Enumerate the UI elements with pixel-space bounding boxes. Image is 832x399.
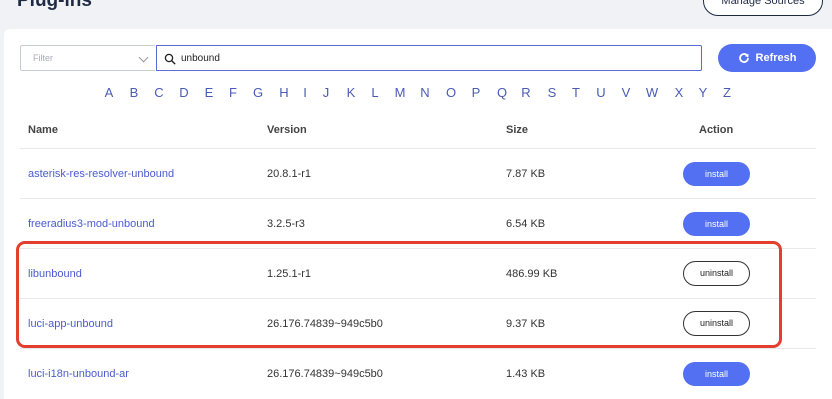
package-size: 7.87 KB — [506, 168, 546, 180]
install-button[interactable]: install — [683, 362, 750, 386]
header-name: Name — [28, 124, 58, 136]
letter-y[interactable]: Y — [696, 85, 710, 100]
page-title: Plug-ins — [17, 0, 92, 11]
search-box[interactable] — [156, 45, 702, 71]
table-row: asterisk-res-resolver-unbound 20.8.1-r1 … — [20, 148, 816, 198]
letter-b[interactable]: B — [127, 85, 141, 100]
letter-t[interactable]: T — [569, 85, 583, 100]
package-size: 6.54 KB — [506, 218, 546, 230]
letter-x[interactable]: X — [672, 85, 686, 100]
letter-m[interactable]: M — [393, 85, 407, 100]
package-name-link[interactable]: luci-i18n-unbound-ar — [28, 368, 129, 380]
letter-w[interactable]: W — [645, 85, 659, 100]
manage-sources-button[interactable]: Manage Sources — [703, 0, 823, 16]
highlight-annotation-box — [16, 241, 782, 348]
package-version: 20.8.1-r1 — [267, 168, 312, 180]
letter-r[interactable]: R — [519, 85, 533, 100]
letter-c[interactable]: C — [152, 85, 166, 100]
package-version: 26.176.74839~949c5b0 — [267, 368, 383, 380]
install-button[interactable]: install — [683, 212, 750, 236]
letter-l[interactable]: L — [368, 85, 382, 100]
table-header: Name Version Size Action — [0, 124, 832, 140]
letter-h[interactable]: H — [277, 85, 291, 100]
header-size: Size — [506, 124, 529, 136]
refresh-icon — [738, 53, 749, 63]
header-action: Action — [699, 124, 734, 136]
package-size: 1.43 KB — [506, 368, 546, 380]
package-version: 3.2.5-r3 — [267, 218, 305, 230]
letter-p[interactable]: P — [469, 85, 483, 100]
filter-placeholder: Filter — [33, 53, 53, 63]
letter-d[interactable]: D — [177, 85, 191, 100]
refresh-label: Refresh — [755, 52, 797, 64]
letter-q[interactable]: Q — [495, 85, 509, 100]
letter-s[interactable]: S — [545, 85, 559, 100]
letter-o[interactable]: O — [444, 85, 458, 100]
letter-n[interactable]: N — [418, 85, 432, 100]
letter-z[interactable]: Z — [720, 85, 734, 100]
search-icon — [164, 52, 176, 70]
letter-f[interactable]: F — [226, 85, 240, 100]
letter-g[interactable]: G — [251, 85, 265, 100]
chevron-down-icon — [138, 52, 149, 63]
refresh-button[interactable]: Refresh — [718, 44, 816, 72]
letter-k[interactable]: K — [344, 85, 358, 100]
header-version: Version — [267, 124, 307, 136]
package-name-link[interactable]: freeradius3-mod-unbound — [28, 218, 155, 230]
letter-u[interactable]: U — [594, 85, 608, 100]
table-row: luci-i18n-unbound-ar 26.176.74839~949c5b… — [20, 348, 816, 398]
letter-v[interactable]: V — [619, 85, 633, 100]
letter-i[interactable]: I — [298, 85, 312, 100]
search-input[interactable] — [181, 49, 681, 67]
filter-select[interactable]: Filter — [20, 45, 155, 71]
install-button[interactable]: install — [683, 162, 750, 186]
letter-e[interactable]: E — [202, 85, 216, 100]
package-name-link[interactable]: asterisk-res-resolver-unbound — [28, 168, 174, 180]
letter-j[interactable]: J — [319, 85, 333, 100]
letter-a[interactable]: A — [102, 85, 116, 100]
